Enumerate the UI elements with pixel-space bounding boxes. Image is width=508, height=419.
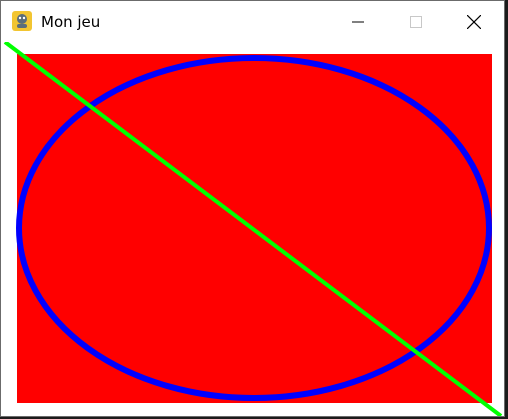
minimize-icon [352,21,364,22]
minimize-button[interactable] [335,1,381,42]
pygame-snake-icon [12,11,32,31]
close-icon [467,14,481,29]
game-window: Mon jeu [0,0,505,417]
maximize-button[interactable] [393,1,439,42]
window-title: Mon jeu [41,13,101,31]
close-button[interactable] [451,1,497,42]
title-bar[interactable]: Mon jeu [1,1,504,42]
game-canvas[interactable] [1,42,504,416]
game-scene [3,42,503,416]
maximize-icon [410,15,422,28]
